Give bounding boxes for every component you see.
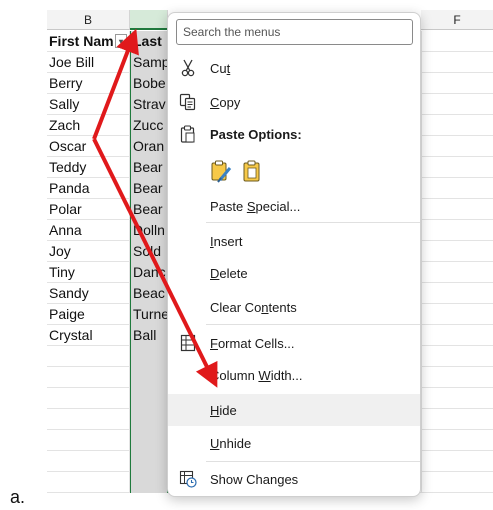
copy-icon xyxy=(178,92,198,112)
menu-item-paste-special[interactable]: Paste Special... xyxy=(168,191,420,221)
cell-last-name[interactable]: Oran xyxy=(130,136,168,157)
menu-item-cut[interactable]: Cut xyxy=(168,53,420,83)
menu-item-clear-contents[interactable]: Clear Contents xyxy=(168,292,420,322)
menu-item-copy[interactable]: Copy xyxy=(168,87,420,117)
menu-item-show-changes-label: Show Changes xyxy=(210,471,299,487)
menu-item-column-width-label: Column Width... xyxy=(210,367,303,383)
menu-item-format-cells[interactable]: Format Cells... xyxy=(168,328,420,358)
header-cell-first-name[interactable]: First Nam ▾ xyxy=(47,31,129,52)
cell-last-name[interactable]: Ball xyxy=(130,325,168,346)
cell-first-name[interactable]: Polar xyxy=(47,199,129,220)
cell-last-name[interactable]: Dolln xyxy=(130,220,168,241)
menu-separator xyxy=(206,222,420,223)
cell-last-name[interactable]: Danc xyxy=(130,262,168,283)
filter-dropdown-icon[interactable]: ▾ xyxy=(115,34,127,48)
header-cell-last-name[interactable]: Last xyxy=(130,31,168,52)
cell-first-name[interactable]: Teddy xyxy=(47,157,129,178)
cell-last-name[interactable] xyxy=(130,388,168,409)
column-header-f[interactable]: F xyxy=(421,10,493,30)
figure-label: a. xyxy=(10,487,26,507)
column-header-b-label: B xyxy=(83,12,92,27)
menu-separator xyxy=(206,461,420,462)
menu-item-delete[interactable]: Delete xyxy=(168,258,420,288)
cell-last-name[interactable]: Bear xyxy=(130,199,168,220)
menu-item-format-cells-label: Format Cells... xyxy=(210,335,295,351)
cell-last-name[interactable]: Beac xyxy=(130,283,168,304)
cell-last-name[interactable]: Zucc xyxy=(130,115,168,136)
cell-first-name[interactable]: Paige xyxy=(47,304,129,325)
paste-icon[interactable] xyxy=(242,159,262,186)
cell-first-name[interactable]: Anna xyxy=(47,220,129,241)
column-header-b[interactable]: B xyxy=(47,10,130,30)
cell-first-name[interactable]: Tiny xyxy=(47,262,129,283)
paste-options-row xyxy=(210,159,262,186)
cell-first-name[interactable]: Crystal xyxy=(47,325,129,346)
header-first-name-text: First Nam xyxy=(49,33,114,49)
cell-first-name[interactable]: Zach xyxy=(47,115,129,136)
cell-last-name[interactable]: Sold xyxy=(130,241,168,262)
cell-first-name[interactable]: Berry xyxy=(47,73,129,94)
cell-last-name[interactable]: Bobe xyxy=(130,73,168,94)
menu-item-unhide-label: Unhide xyxy=(210,435,252,451)
clipboard-icon xyxy=(178,124,198,144)
menu-item-copy-label: Copy xyxy=(210,94,241,110)
cell-last-name[interactable]: Strav xyxy=(130,94,168,115)
format-cells-icon xyxy=(178,333,198,353)
cell-last-name[interactable] xyxy=(130,472,168,493)
cell-first-name[interactable]: Sandy xyxy=(47,283,129,304)
menu-item-cut-label: Cut xyxy=(210,60,231,76)
cell-first-name[interactable]: Joe Bill xyxy=(47,52,129,73)
cell-first-name[interactable]: Joy xyxy=(47,241,129,262)
context-menu: Cut Copy Paste Options: Paste Special...… xyxy=(167,12,421,497)
cell-last-name[interactable]: Turne xyxy=(130,304,168,325)
cell-last-name[interactable]: Bear xyxy=(130,157,168,178)
menu-item-clear-contents-label: Clear Contents xyxy=(210,299,297,315)
menu-item-hide-label: Hide xyxy=(210,402,237,418)
cell-first-name[interactable]: Sally xyxy=(47,94,129,115)
menu-item-unhide[interactable]: Unhide xyxy=(168,428,420,458)
cell-first-name[interactable]: Oscar xyxy=(47,136,129,157)
column-header-c[interactable] xyxy=(130,10,168,30)
menu-item-insert[interactable]: Insert xyxy=(168,226,420,256)
menu-separator xyxy=(206,324,420,325)
search-menus-input[interactable] xyxy=(176,19,413,45)
menu-item-insert-label: Insert xyxy=(210,233,243,249)
menu-item-show-changes[interactable]: Show Changes xyxy=(168,464,420,494)
column-header-f-label: F xyxy=(453,12,461,27)
paste-formatting-icon[interactable] xyxy=(210,159,232,186)
header-last-name-text: Last xyxy=(133,33,162,49)
show-changes-icon xyxy=(178,469,198,489)
cell-last-name[interactable] xyxy=(130,409,168,430)
scissors-icon xyxy=(178,58,198,78)
cell-last-name[interactable] xyxy=(130,430,168,451)
menu-item-column-width[interactable]: Column Width... xyxy=(168,360,420,390)
menu-item-paste-special-label: Paste Special... xyxy=(210,198,301,214)
menu-item-hide[interactable]: Hide xyxy=(168,394,420,426)
cell-last-name[interactable]: Bear xyxy=(130,178,168,199)
menu-item-paste-options: Paste Options: xyxy=(168,119,420,149)
paste-options-label: Paste Options: xyxy=(210,126,302,142)
cell-last-name[interactable]: Samp xyxy=(130,52,168,73)
cell-last-name[interactable] xyxy=(130,346,168,367)
menu-item-delete-label: Delete xyxy=(210,265,248,281)
cell-first-name[interactable]: Panda xyxy=(47,178,129,199)
cell-last-name[interactable] xyxy=(130,367,168,388)
cell-last-name[interactable] xyxy=(130,451,168,472)
